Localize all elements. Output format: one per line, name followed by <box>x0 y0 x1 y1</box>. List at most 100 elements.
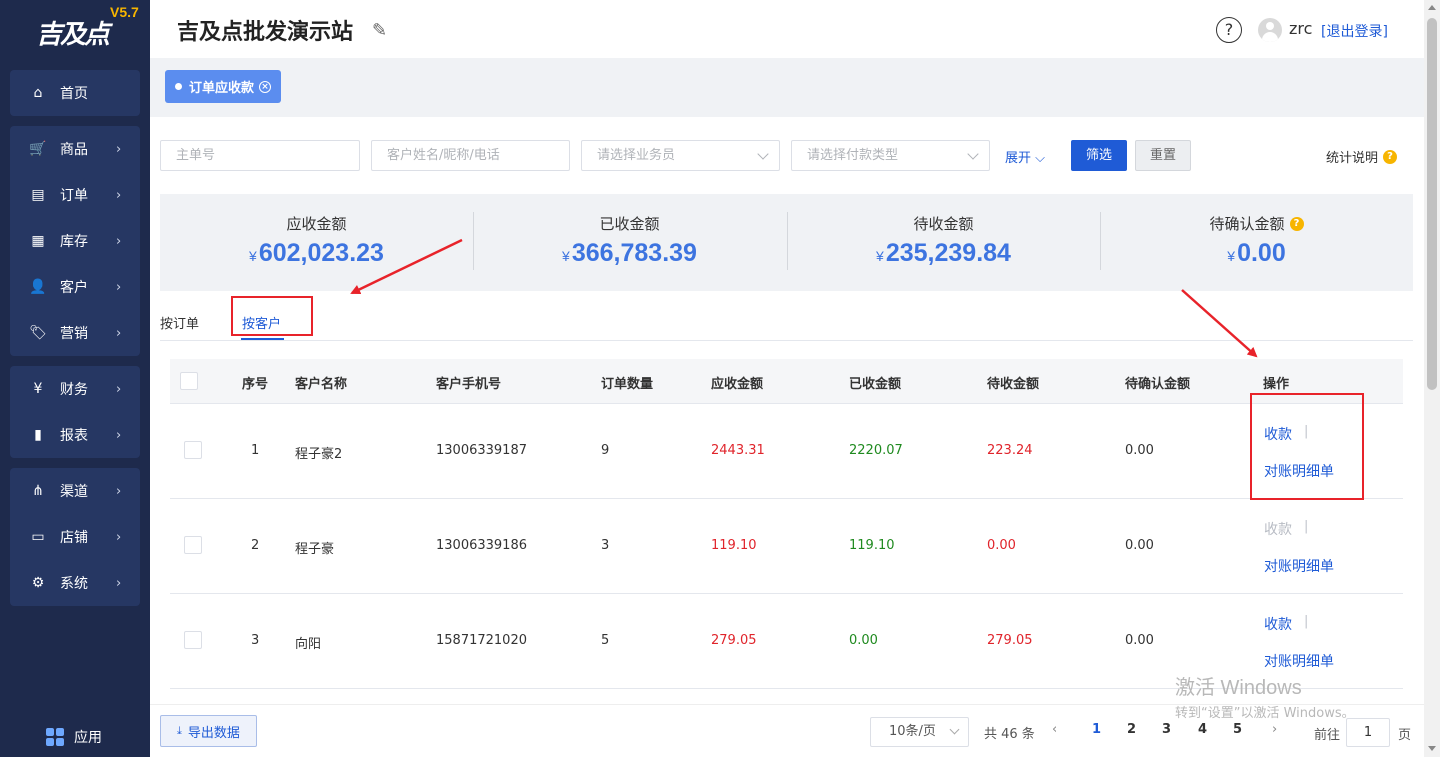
row-checkbox[interactable] <box>184 631 202 649</box>
currency-symbol: ¥ <box>562 248 570 264</box>
sidebar-item-order[interactable]: ▤ 订单 › <box>10 172 140 218</box>
close-icon[interactable]: × <box>259 80 272 93</box>
row-checkbox[interactable] <box>184 536 202 554</box>
stats-info-link[interactable]: 统计说明 ? <box>1326 147 1398 166</box>
avatar[interactable] <box>1258 18 1282 42</box>
export-button[interactable]: ⤓ 导出数据 <box>160 715 257 747</box>
stat-to-confirm: 待确认金额 ? ¥0.00 <box>1100 194 1413 291</box>
sidebar-item-tag[interactable]: 🏷 营销 › <box>10 310 140 356</box>
reset-button[interactable]: 重置 <box>1135 140 1191 171</box>
sidebar-group: ¥ 财务 › ▮ 报表 › <box>10 366 140 458</box>
collect-button[interactable]: 收款 <box>1264 614 1292 634</box>
payment-type-select[interactable]: 请选择付款类型 <box>791 140 990 171</box>
scroll-up-icon[interactable] <box>1428 5 1436 10</box>
annotation-box-tab <box>231 296 313 336</box>
stat-amount: 366,783.39 <box>571 239 697 267</box>
table-header: 序号 客户名称 客户手机号 订单数量 应收金额 已收金额 待收金额 待确认金额 … <box>170 359 1403 404</box>
scrollbar-thumb[interactable] <box>1427 18 1437 390</box>
column-header: 待确认金额 <box>1125 377 1191 392</box>
edit-icon[interactable]: ✎ <box>372 20 387 41</box>
page-number[interactable]: 3 <box>1162 722 1171 737</box>
column-header: 订单数量 <box>601 377 654 392</box>
cell-order-count: 3 <box>601 538 610 553</box>
statement-detail-link[interactable]: 对账明细单 <box>1264 651 1334 671</box>
chevron-right-icon: › <box>116 529 122 545</box>
scroll-down-icon[interactable] <box>1428 746 1436 751</box>
chevron-right-icon: › <box>116 233 122 249</box>
logout-link[interactable]: [退出登录] <box>1321 21 1388 41</box>
cell-customer-name: 向阳 <box>295 637 322 652</box>
cell-phone: 15871721020 <box>436 633 527 648</box>
sidebar-item-store[interactable]: ▭ 店铺 › <box>10 514 140 560</box>
cell-pending: 279.05 <box>987 633 1033 648</box>
currency-symbol: ¥ <box>249 248 257 264</box>
logo[interactable]: 吉及点 V5.7 <box>0 0 150 58</box>
version-badge: V5.7 <box>110 4 139 20</box>
select-all-checkbox[interactable] <box>180 372 198 390</box>
sidebar-item-channel[interactable]: ⋔ 渠道 › <box>10 468 140 514</box>
goto-label: 前往 <box>1314 728 1341 743</box>
help-icon[interactable]: ? <box>1216 17 1242 43</box>
next-page-icon[interactable]: › <box>1272 722 1277 737</box>
cell-pending: 0.00 <box>987 538 1016 553</box>
statement-detail-link[interactable]: 对账明细单 <box>1264 556 1334 576</box>
column-header: 操作 <box>1263 377 1290 392</box>
cell-order-count: 9 <box>601 443 610 458</box>
chevron-down-icon <box>757 148 769 160</box>
sidebar-item-customer[interactable]: 👤 客户 › <box>10 264 140 310</box>
sidebar-item-inventory[interactable]: ▦ 库存 › <box>10 218 140 264</box>
sidebar-item-cart[interactable]: 🛒 商品 › <box>10 126 140 172</box>
row-checkbox[interactable] <box>184 441 202 459</box>
stat-value: ¥0.00 <box>1100 239 1413 268</box>
channel-icon: ⋔ <box>32 483 44 499</box>
sidebar-item-label: 系统 <box>60 576 88 592</box>
download-icon: ⤓ <box>177 724 182 737</box>
chevron-right-icon: › <box>116 427 122 443</box>
page-size-select[interactable]: 10条/页 <box>870 717 969 747</box>
active-tab-indicator <box>241 338 284 340</box>
order-no-input[interactable]: 主单号 <box>160 140 360 171</box>
page-number[interactable]: 2 <box>1127 722 1136 737</box>
stat-value: ¥602,023.23 <box>160 239 473 268</box>
question-icon[interactable]: ? <box>1289 216 1304 231</box>
expand-link[interactable]: 展开 ⌵ <box>1005 147 1045 166</box>
salesman-select[interactable]: 请选择业务员 <box>581 140 780 171</box>
sidebar-item-home[interactable]: ⌂ 首页 <box>10 70 140 116</box>
prev-page-icon[interactable]: ‹ <box>1052 722 1057 737</box>
cart-icon: 🛒 <box>29 141 47 157</box>
tab-order-receivables[interactable]: 订单应收款 × <box>165 70 282 103</box>
sidebar-item-label: 商品 <box>60 142 88 158</box>
page-number[interactable]: 1 <box>1092 722 1101 737</box>
salesman-select-placeholder: 请选择业务员 <box>597 148 676 163</box>
chevron-down-icon <box>967 148 979 160</box>
stat-amount: 0.00 <box>1237 239 1286 267</box>
sidebar-item-label: 首页 <box>60 86 88 102</box>
sidebar-item-apps[interactable]: 应用 <box>46 727 102 747</box>
tab-strip: 订单应收款 × <box>150 58 1424 117</box>
stat-label: 已收金额 <box>599 215 660 233</box>
chevron-right-icon: › <box>116 187 122 203</box>
username: zrc <box>1289 19 1313 38</box>
sidebar-item-gear[interactable]: ⚙ 系统 › <box>10 560 140 606</box>
scrollbar[interactable] <box>1424 0 1440 757</box>
expand-label: 展开 <box>1005 151 1032 166</box>
sidebar-item-chart[interactable]: ▮ 报表 › <box>10 412 140 458</box>
stat-value: ¥235,239.84 <box>787 239 1100 268</box>
sidebar-item-finance[interactable]: ¥ 财务 › <box>10 366 140 412</box>
cell-receivable: 119.10 <box>711 538 757 553</box>
sidebar-group: 🛒 商品 › ▤ 订单 › ▦ 库存 › 👤 客户 › 🏷 营销 › <box>10 126 140 356</box>
goto-page-input[interactable]: 1 <box>1346 718 1390 747</box>
export-label: 导出数据 <box>187 725 240 741</box>
store-icon: ▭ <box>31 529 45 545</box>
filter-button[interactable]: 筛选 <box>1071 140 1127 171</box>
page-number[interactable]: 5 <box>1233 722 1242 737</box>
gear-icon: ⚙ <box>31 575 45 591</box>
tab-by-order[interactable]: 按订单 <box>160 313 199 332</box>
page-number[interactable]: 4 <box>1198 722 1207 737</box>
customer-search-input[interactable]: 客户姓名/昵称/电话 <box>371 140 570 171</box>
stat-label-row: 待确认金额 ? <box>1100 213 1413 234</box>
cell-index: 2 <box>251 538 260 553</box>
stat-label: 待收金额 <box>913 215 974 233</box>
stat-pending: 待收金额 ¥235,239.84 <box>787 194 1100 291</box>
table-row: 1 程子豪2 13006339187 9 2443.31 2220.07 223… <box>170 404 1403 499</box>
